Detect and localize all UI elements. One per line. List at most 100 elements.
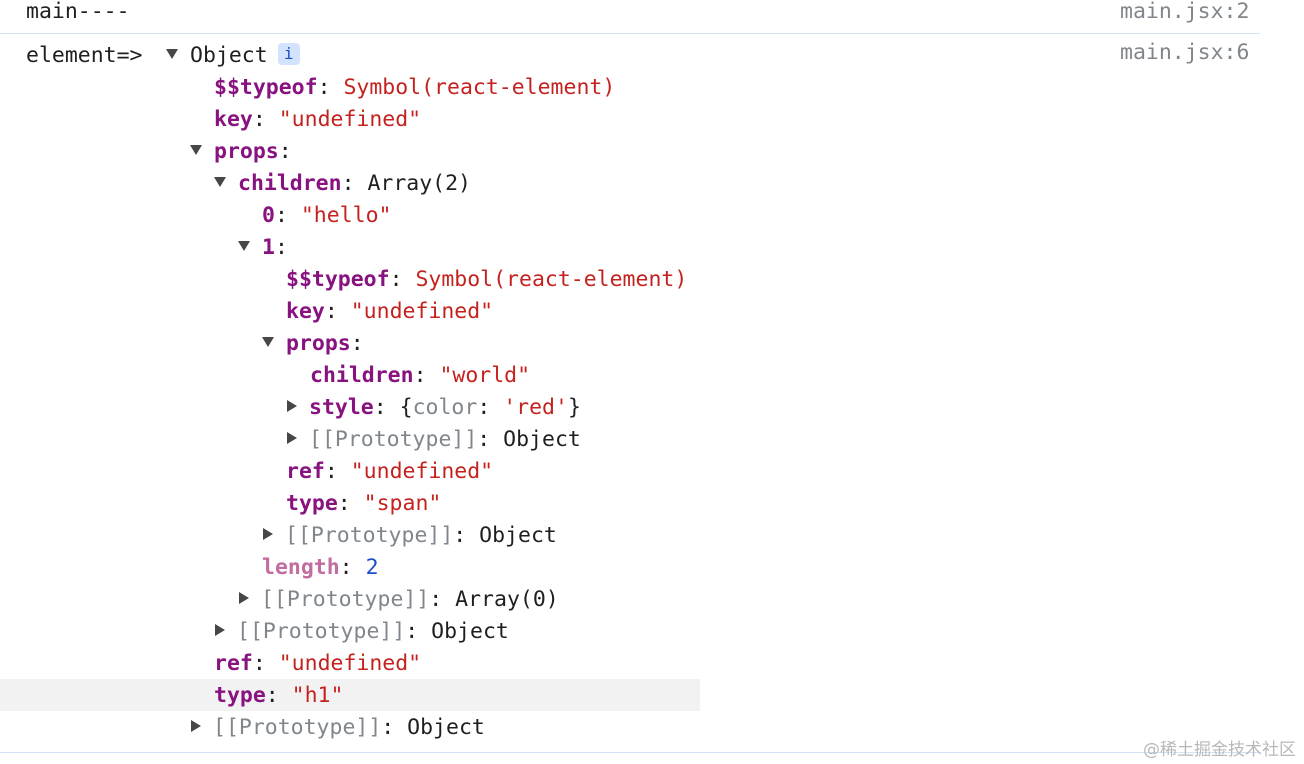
watermark: @稀土掘金技术社区 (1143, 740, 1296, 760)
property-key: children (238, 171, 342, 196)
property-separator: : (252, 107, 279, 132)
info-icon[interactable]: i (277, 43, 300, 65)
tree-row: length: 2 (262, 552, 379, 584)
expand-triangle-icon[interactable] (166, 49, 178, 59)
source-link[interactable]: main.jsx:6 (1120, 37, 1249, 69)
property-separator: : (350, 331, 364, 356)
tree-row: type: "h1" (214, 680, 343, 712)
tree-row[interactable]: 1: (238, 232, 288, 264)
property-value: 2 (365, 555, 379, 580)
collapse-triangle-icon[interactable] (287, 432, 297, 444)
tree-row: children: "world" (310, 360, 530, 392)
property-separator: : (339, 555, 366, 580)
property-value: "undefined" (278, 651, 422, 676)
property-value: "undefined" (350, 299, 494, 324)
property-separator: : (337, 491, 364, 516)
property-separator: : (324, 459, 351, 484)
property-key: ref (214, 651, 253, 676)
tree-row[interactable]: Object i (166, 40, 300, 72)
property-key: ref (286, 459, 325, 484)
property-value: "h1" (291, 683, 344, 708)
property-key: [[Prototype]] (261, 587, 430, 612)
collapse-triangle-icon[interactable] (215, 624, 225, 636)
property-key: 0 (262, 203, 275, 228)
property-key: type (214, 683, 266, 708)
property-separator: : (405, 619, 432, 644)
object-label: Object (190, 43, 268, 68)
tree-row[interactable]: [[Prototype]]: Object (190, 712, 485, 744)
property-key: children (310, 363, 414, 388)
property-separator: : (317, 75, 344, 100)
property-value: "world" (439, 363, 531, 388)
property-key: type (286, 491, 338, 516)
property-value: Symbol(react-element) (343, 75, 616, 100)
preview-close-brace: } (567, 395, 581, 420)
property-separator: : (413, 363, 440, 388)
collapse-triangle-icon[interactable] (191, 720, 201, 732)
property-separator: : (381, 715, 408, 740)
property-value: Array(2) (367, 171, 472, 196)
property-key: $$typeof (214, 75, 318, 100)
tree-row: $$typeof: Symbol(react-element) (214, 72, 615, 104)
property-key: [[Prototype]] (213, 715, 382, 740)
property-key: key (214, 107, 253, 132)
expand-triangle-icon[interactable] (262, 337, 274, 347)
property-separator: : (373, 395, 400, 420)
preview-value: 'red' (503, 395, 568, 420)
tree-row[interactable]: props: (262, 328, 364, 360)
property-separator: : (265, 683, 292, 708)
property-value: Object (431, 619, 509, 644)
tree-row: 0: "hello" (262, 200, 391, 232)
hovered-row-highlight (0, 679, 700, 711)
source-link[interactable]: main.jsx:2 (1120, 0, 1249, 28)
property-key: [[Prototype]] (309, 427, 478, 452)
tree-row[interactable]: [[Prototype]]: Array(0) (238, 584, 559, 616)
preview-colon: : (477, 395, 504, 420)
tree-row[interactable]: [[Prototype]]: Object (286, 424, 581, 456)
tree-row: type: "span" (286, 488, 441, 520)
collapse-triangle-icon[interactable] (287, 400, 297, 412)
property-separator: : (252, 651, 279, 676)
tree-row: ref: "undefined" (286, 456, 493, 488)
property-separator: : (389, 267, 416, 292)
property-value: "undefined" (278, 107, 422, 132)
console-message-main: main---- main.jsx:2 (0, 0, 1260, 34)
expand-triangle-icon[interactable] (190, 145, 202, 155)
tree-row[interactable]: props: (190, 136, 292, 168)
expand-triangle-icon[interactable] (214, 177, 226, 187)
property-key: length (262, 555, 340, 580)
tree-row[interactable]: [[Prototype]]: Object (262, 520, 557, 552)
property-key: $$typeof (286, 267, 390, 292)
property-value: Symbol(react-element) (415, 267, 688, 292)
tree-row[interactable]: children: Array(2) (214, 168, 471, 200)
collapse-triangle-icon[interactable] (239, 592, 249, 604)
console-log-prefix: element=> (26, 43, 143, 68)
property-value: Object (479, 523, 557, 548)
tree-row[interactable]: style: {color: 'red'} (286, 392, 581, 424)
tree-row[interactable]: [[Prototype]]: Object (214, 616, 509, 648)
property-separator: : (278, 139, 292, 164)
property-separator: : (453, 523, 480, 548)
property-value: "hello" (300, 203, 392, 228)
tree-row: key: "undefined" (286, 296, 493, 328)
preview-key: color (412, 395, 478, 420)
property-key: [[Prototype]] (285, 523, 454, 548)
property-value: "span" (363, 491, 442, 516)
property-key: style (309, 395, 374, 420)
tree-row: key: "undefined" (214, 104, 421, 136)
preview-open-brace: { (399, 395, 413, 420)
property-key: 1 (262, 235, 275, 260)
console-log-text: main---- (26, 0, 130, 24)
property-value: Object (503, 427, 581, 452)
property-separator: : (477, 427, 504, 452)
collapse-triangle-icon[interactable] (263, 528, 273, 540)
property-separator: : (429, 587, 456, 612)
property-key: props (214, 139, 279, 164)
property-separator: : (324, 299, 351, 324)
console-message-element: element=> main.jsx:6 Object i $$typeof: Sy… (0, 34, 1260, 753)
property-value: "undefined" (350, 459, 494, 484)
expand-triangle-icon[interactable] (238, 241, 250, 251)
property-separator: : (274, 235, 288, 260)
property-value: Object (407, 715, 485, 740)
property-key: props (286, 331, 351, 356)
